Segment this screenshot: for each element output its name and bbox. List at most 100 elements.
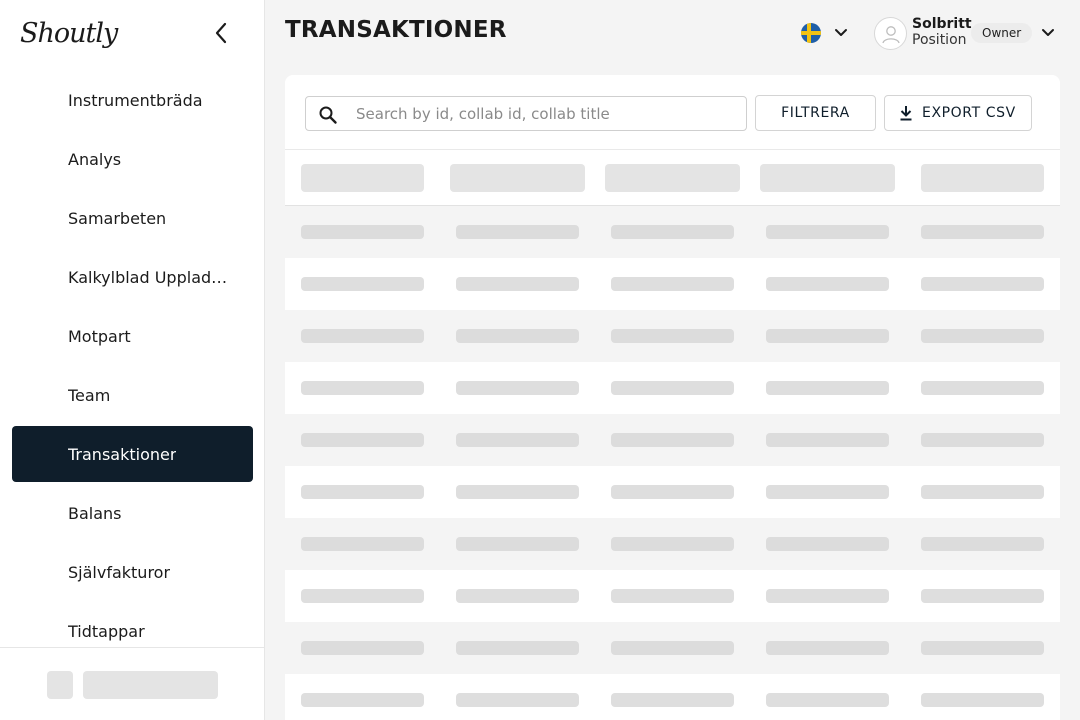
- table-row: [285, 466, 1060, 518]
- skeleton-cell: [456, 433, 579, 447]
- table-row: [285, 518, 1060, 570]
- skeleton-cell: [766, 225, 889, 239]
- sidebar-item-label: Balans: [68, 503, 122, 523]
- sidebar-item-motpart[interactable]: Motpart: [12, 308, 253, 364]
- table-row: [285, 362, 1060, 414]
- skeleton-cell: [456, 485, 579, 499]
- skeleton-cell: [301, 329, 424, 343]
- user-position: Position: [912, 32, 967, 48]
- download-icon: [900, 106, 912, 121]
- skeleton-cell: [766, 589, 889, 603]
- sidebar-item-label: Självfakturor: [68, 562, 171, 582]
- skeleton-header-cell: [605, 164, 740, 192]
- skeleton-cell: [921, 381, 1044, 395]
- skeleton-cell: [301, 433, 424, 447]
- skeleton-cell: [766, 537, 889, 551]
- skeleton-cell: [611, 589, 734, 603]
- skeleton-cell: [301, 485, 424, 499]
- sidebar-nav: Instrumentbräda Analys Samarbeten Kalkyl…: [12, 72, 253, 662]
- skeleton-cell: [456, 381, 579, 395]
- sidebar-item-balans[interactable]: Balans: [12, 485, 253, 541]
- sidebar-item-sjalvfakturor[interactable]: Självfakturor: [12, 544, 253, 600]
- skeleton-cell: [301, 381, 424, 395]
- table-body: [285, 206, 1060, 720]
- sweden-flag-icon[interactable]: [801, 23, 821, 43]
- skeleton-cell: [921, 329, 1044, 343]
- transactions-card: FILTRERA EXPORT CSV: [285, 75, 1060, 720]
- search-box[interactable]: [305, 96, 747, 131]
- sidebar-item-label: Instrumentbräda: [68, 90, 203, 110]
- sidebar-item-label: Samarbeten: [68, 208, 167, 228]
- skeleton-cell: [921, 225, 1044, 239]
- skeleton-cell: [301, 641, 424, 655]
- skeleton-cell: [611, 433, 734, 447]
- skeleton-text: [83, 671, 218, 699]
- sidebar-item-analys[interactable]: Analys: [12, 131, 253, 187]
- skeleton-cell: [301, 693, 424, 707]
- skeleton-cell: [456, 225, 579, 239]
- skeleton-cell: [611, 641, 734, 655]
- user-name: Solbritt: [912, 16, 972, 32]
- skeleton-cell: [766, 329, 889, 343]
- language-dropdown-button[interactable]: [832, 25, 850, 41]
- export-csv-button[interactable]: EXPORT CSV: [884, 95, 1032, 131]
- table-row: [285, 622, 1060, 674]
- skeleton-cell: [301, 225, 424, 239]
- page-title: TRANSAKTIONER: [285, 17, 507, 43]
- transactions-table: [285, 149, 1060, 720]
- skeleton-cell: [611, 381, 734, 395]
- skeleton-cell: [766, 485, 889, 499]
- sidebar-item-label: Team: [68, 385, 111, 405]
- shoutly-logo[interactable]: Shoutly: [20, 18, 118, 49]
- skeleton-header-cell: [760, 164, 895, 192]
- skeleton-cell: [921, 641, 1044, 655]
- table-row: [285, 674, 1060, 720]
- sidebar-item-label: Tidtappar: [68, 621, 145, 641]
- sidebar-item-instrumentbrada[interactable]: Instrumentbräda: [12, 72, 253, 128]
- export-csv-label: EXPORT CSV: [922, 105, 1016, 121]
- skeleton-cell: [611, 537, 734, 551]
- sidebar-item-kalkylblad[interactable]: Kalkylblad Uppladdningar: [12, 249, 253, 305]
- skeleton-cell: [921, 589, 1044, 603]
- skeleton-cell: [456, 641, 579, 655]
- collapse-sidebar-button[interactable]: [208, 20, 234, 46]
- chevron-down-icon: [835, 29, 847, 36]
- skeleton-header-cell: [450, 164, 585, 192]
- skeleton-cell: [301, 537, 424, 551]
- skeleton-cell: [766, 381, 889, 395]
- skeleton-cell: [456, 537, 579, 551]
- skeleton-header-cell: [921, 164, 1044, 192]
- sidebar-item-team[interactable]: Team: [12, 367, 253, 423]
- skeleton-cell: [456, 589, 579, 603]
- table-row: [285, 206, 1060, 258]
- skeleton-cell: [456, 693, 579, 707]
- skeleton-cell: [611, 485, 734, 499]
- sidebar-footer: [0, 647, 265, 720]
- chevron-down-icon: [1042, 29, 1054, 36]
- table-header: [285, 149, 1060, 206]
- sidebar-item-transaktioner[interactable]: Transaktioner: [12, 426, 253, 482]
- skeleton-cell: [921, 537, 1044, 551]
- sidebar-item-samarbeten[interactable]: Samarbeten: [12, 190, 253, 246]
- sidebar-item-label: Motpart: [68, 326, 131, 346]
- skeleton-cell: [921, 277, 1044, 291]
- skeleton-header-cell: [301, 164, 424, 192]
- table-row: [285, 310, 1060, 362]
- user-menu-button[interactable]: [1039, 25, 1057, 41]
- sidebar-item-label: Kalkylblad Uppladdningar: [68, 267, 236, 287]
- sidebar: Shoutly Instrumentbräda Analys Samarbete…: [0, 0, 265, 720]
- skeleton-cell: [766, 641, 889, 655]
- skeleton-cell: [766, 277, 889, 291]
- user-icon: [881, 25, 900, 43]
- sidebar-item-label: Analys: [68, 149, 122, 169]
- table-row: [285, 258, 1060, 310]
- skeleton-cell: [301, 277, 424, 291]
- chevron-left-icon: [215, 22, 227, 44]
- skeleton-cell: [611, 693, 734, 707]
- skeleton-cell: [766, 693, 889, 707]
- filter-button[interactable]: FILTRERA: [755, 95, 876, 131]
- skeleton-cell: [766, 433, 889, 447]
- table-row: [285, 414, 1060, 466]
- search-input[interactable]: [356, 97, 736, 130]
- avatar[interactable]: [874, 17, 907, 50]
